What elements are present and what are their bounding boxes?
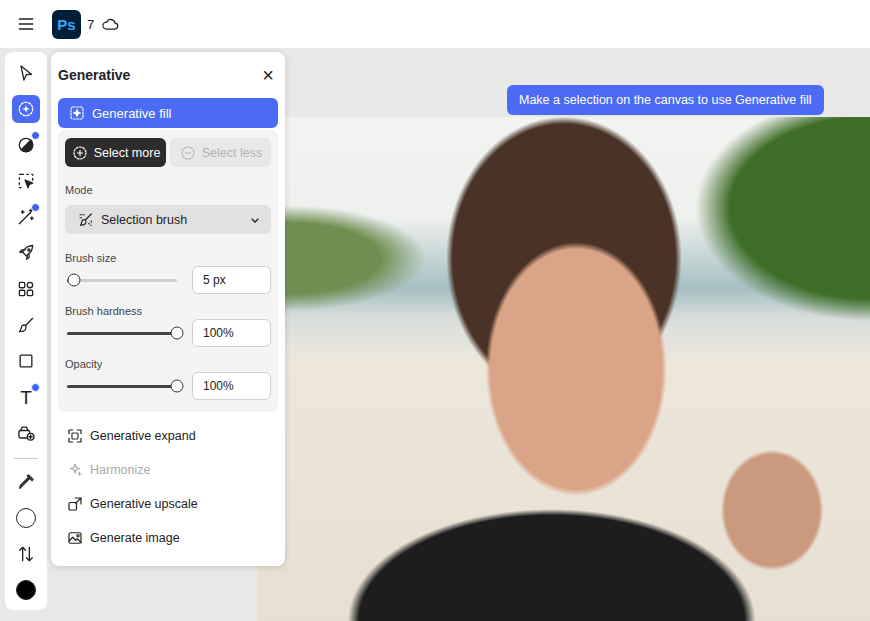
generative-fill-button[interactable]: Generative fill xyxy=(58,98,278,128)
slider-label: Brush size xyxy=(65,251,271,265)
slider-thumb[interactable] xyxy=(67,274,80,287)
slider-setting: Opacity100% xyxy=(65,357,271,400)
slider-thumb[interactable] xyxy=(171,327,184,340)
tool-icon xyxy=(16,171,36,191)
foreground-swatch xyxy=(16,508,36,528)
generative-fill-icon xyxy=(68,104,86,122)
selection-action-button[interactable]: Select more xyxy=(65,138,166,167)
tool-button[interactable] xyxy=(8,415,44,451)
chevron-down-icon xyxy=(247,212,263,228)
workspace: Make a selection on the canvas to use Ge… xyxy=(47,52,870,621)
tool-icon xyxy=(16,351,36,371)
tool-button[interactable] xyxy=(8,91,44,127)
canvas-hint: Make a selection on the canvas to use Ge… xyxy=(507,85,824,115)
slider-value-field[interactable]: 100% xyxy=(192,372,271,400)
top-bar: Ps 7 xyxy=(0,0,870,48)
close-button[interactable]: × xyxy=(258,65,278,85)
panel-title: Generative xyxy=(58,67,130,83)
foreground-color-button[interactable] xyxy=(8,500,44,536)
eyedropper-icon xyxy=(16,472,36,492)
tool-button[interactable] xyxy=(8,55,44,91)
generative-tool-icon xyxy=(66,461,84,479)
tool-icon xyxy=(16,99,36,119)
slider-track[interactable] xyxy=(67,385,177,388)
tool-button[interactable] xyxy=(8,199,44,235)
slider-thumb[interactable] xyxy=(171,380,184,393)
cloud-icon xyxy=(100,14,120,34)
swap-arrows-icon xyxy=(16,544,36,564)
generative-tool-item[interactable]: Generative expand xyxy=(58,419,278,453)
generative-tool-item[interactable]: Generate image xyxy=(58,521,278,555)
generative-tool-icon xyxy=(66,427,84,445)
badge-dot xyxy=(31,203,40,212)
mode-label: Mode xyxy=(65,183,271,197)
background-swatch xyxy=(16,580,36,600)
eyedropper-tool-button[interactable] xyxy=(8,464,44,500)
selection-brush-icon xyxy=(77,211,95,229)
slider-label: Opacity xyxy=(65,357,271,371)
text-tool-glyph: T xyxy=(20,388,32,407)
generative-tool-icon xyxy=(66,495,84,513)
generative-tools-list: Generative expandHarmonizeGenerative ups… xyxy=(58,419,278,555)
tool-button[interactable] xyxy=(8,343,44,379)
slider-setting: Brush hardness100% xyxy=(65,304,271,347)
cloud-button[interactable] xyxy=(98,12,122,36)
photo-canvas[interactable] xyxy=(258,117,870,621)
slider-value-field[interactable]: 5 px xyxy=(192,266,271,294)
slider-fill xyxy=(67,332,177,335)
toolbar: T xyxy=(5,52,47,610)
panel-header: Generative × xyxy=(58,52,278,98)
swap-colors-button[interactable] xyxy=(8,536,44,572)
slider-value-field[interactable]: 100% xyxy=(192,319,271,347)
tool-icon xyxy=(16,423,36,443)
tool-button[interactable] xyxy=(8,163,44,199)
generative-tool-item[interactable]: Harmonize xyxy=(58,453,278,487)
select-less-icon xyxy=(179,144,197,162)
version-count: 7 xyxy=(87,17,94,32)
select-more-icon xyxy=(71,144,89,162)
hamburger-icon xyxy=(16,14,36,34)
toolbar-separator xyxy=(14,458,38,459)
badge-dot xyxy=(31,131,40,140)
badge-dot xyxy=(31,383,40,392)
slider-track[interactable] xyxy=(67,279,177,282)
slider-track[interactable] xyxy=(67,332,177,335)
tool-icon xyxy=(16,63,36,83)
background-color-button[interactable] xyxy=(8,572,44,608)
photoshop-app: Ps 7 T Make a selection on the canvas to us… xyxy=(0,0,870,621)
tool-button[interactable] xyxy=(8,307,44,343)
tool-icon xyxy=(16,279,36,299)
generative-tool-icon xyxy=(66,529,84,547)
tool-button[interactable] xyxy=(8,127,44,163)
menu-button[interactable] xyxy=(14,12,38,36)
slider-fill xyxy=(67,385,177,388)
tool-button[interactable] xyxy=(8,271,44,307)
tool-icon xyxy=(16,243,36,263)
generative-panel: Generative×Generative fillSelect moreSel… xyxy=(51,52,285,566)
tool-icon xyxy=(16,315,36,335)
tool-button[interactable] xyxy=(8,235,44,271)
slider-label: Brush hardness xyxy=(65,304,271,318)
app-logo[interactable]: Ps xyxy=(52,10,81,39)
fill-settings: Select moreSelect less Mode Selection brus… xyxy=(58,130,278,412)
generative-tool-item[interactable]: Generative upscale xyxy=(58,487,278,521)
tool-button[interactable]: T xyxy=(8,379,44,415)
selection-action-button[interactable]: Select less xyxy=(170,138,271,167)
slider-setting: Brush size5 px xyxy=(65,251,271,294)
mode-dropdown[interactable]: Selection brush xyxy=(65,205,271,234)
